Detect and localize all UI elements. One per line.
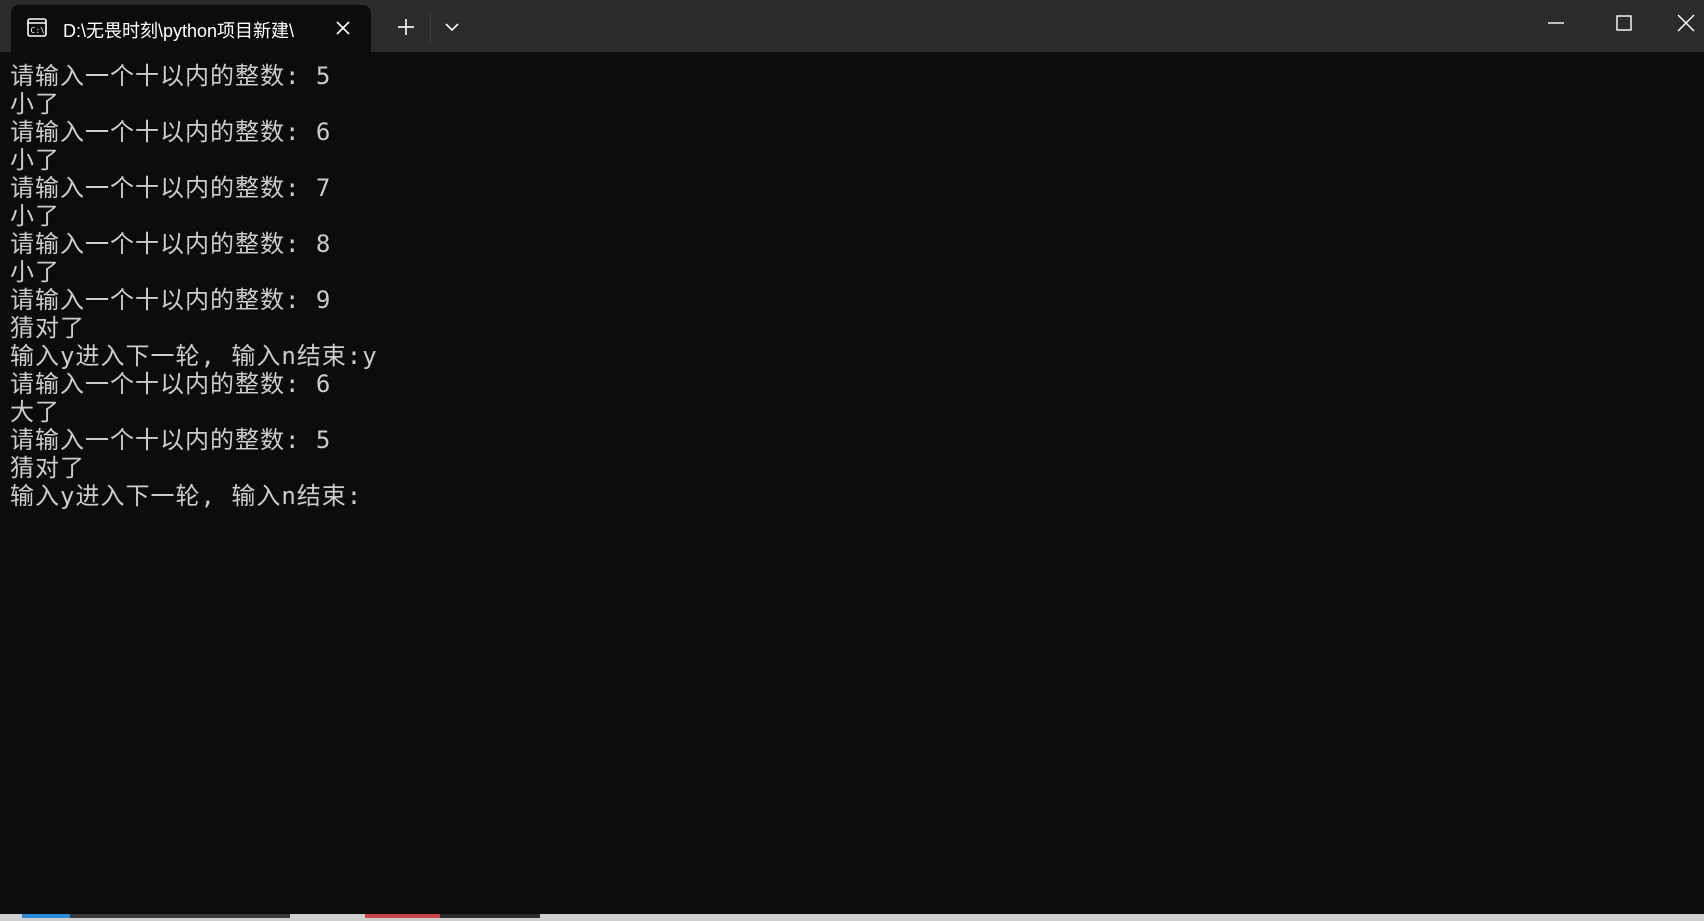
terminal-line: 请输入一个十以内的整数: 5 — [10, 62, 332, 90]
terminal-tab[interactable]: C:\ D:\无畏时刻\python项目新建\ — [11, 5, 371, 52]
terminal-line: 请输入一个十以内的整数: 6 — [10, 118, 332, 146]
terminal-window: C:\ D:\无畏时刻\python项目新建\ 请输入一个十以内的整数: 5 小… — [0, 0, 1704, 921]
taskbar-segment — [70, 914, 290, 918]
maximize-icon[interactable] — [1604, 8, 1644, 38]
terminal-line: 小了 — [10, 146, 60, 174]
plus-icon[interactable] — [392, 14, 420, 40]
terminal-line: 请输入一个十以内的整数: 6 — [10, 370, 332, 398]
terminal-line: 大了 — [10, 398, 60, 426]
close-icon[interactable] — [333, 18, 353, 38]
terminal-line: 请输入一个十以内的整数: 9 — [10, 286, 332, 314]
terminal-line: 小了 — [10, 202, 60, 230]
tab-separator — [430, 12, 431, 44]
terminal-line: 输入y进入下一轮, 输入n结束:y — [10, 342, 378, 370]
svg-text:C:\: C:\ — [31, 26, 46, 35]
terminal-line: 猜对了 — [10, 314, 85, 342]
taskbar-segment — [440, 914, 540, 918]
terminal-line: 猜对了 — [10, 454, 85, 482]
terminal-output[interactable]: 请输入一个十以内的整数: 5 小了 请输入一个十以内的整数: 6 小了 请输入一… — [10, 62, 1690, 902]
terminal-icon: C:\ — [27, 18, 47, 37]
chevron-down-icon[interactable] — [440, 14, 464, 40]
taskbar-segment — [22, 914, 70, 918]
tab-title: D:\无畏时刻\python项目新建\ — [63, 21, 295, 41]
close-window-icon[interactable] — [1668, 8, 1704, 38]
terminal-prompt-line: 输入y进入下一轮, 输入n结束: — [10, 482, 363, 510]
terminal-line: 请输入一个十以内的整数: 7 — [10, 174, 332, 202]
terminal-line: 小了 — [10, 90, 60, 118]
taskbar-edge — [0, 914, 1704, 921]
terminal-line: 小了 — [10, 258, 60, 286]
minimize-icon[interactable] — [1536, 8, 1576, 38]
title-bar[interactable]: C:\ D:\无畏时刻\python项目新建\ — [0, 0, 1704, 52]
taskbar-segment — [365, 914, 440, 918]
terminal-line: 请输入一个十以内的整数: 5 — [10, 426, 332, 454]
terminal-line: 请输入一个十以内的整数: 8 — [10, 230, 332, 258]
